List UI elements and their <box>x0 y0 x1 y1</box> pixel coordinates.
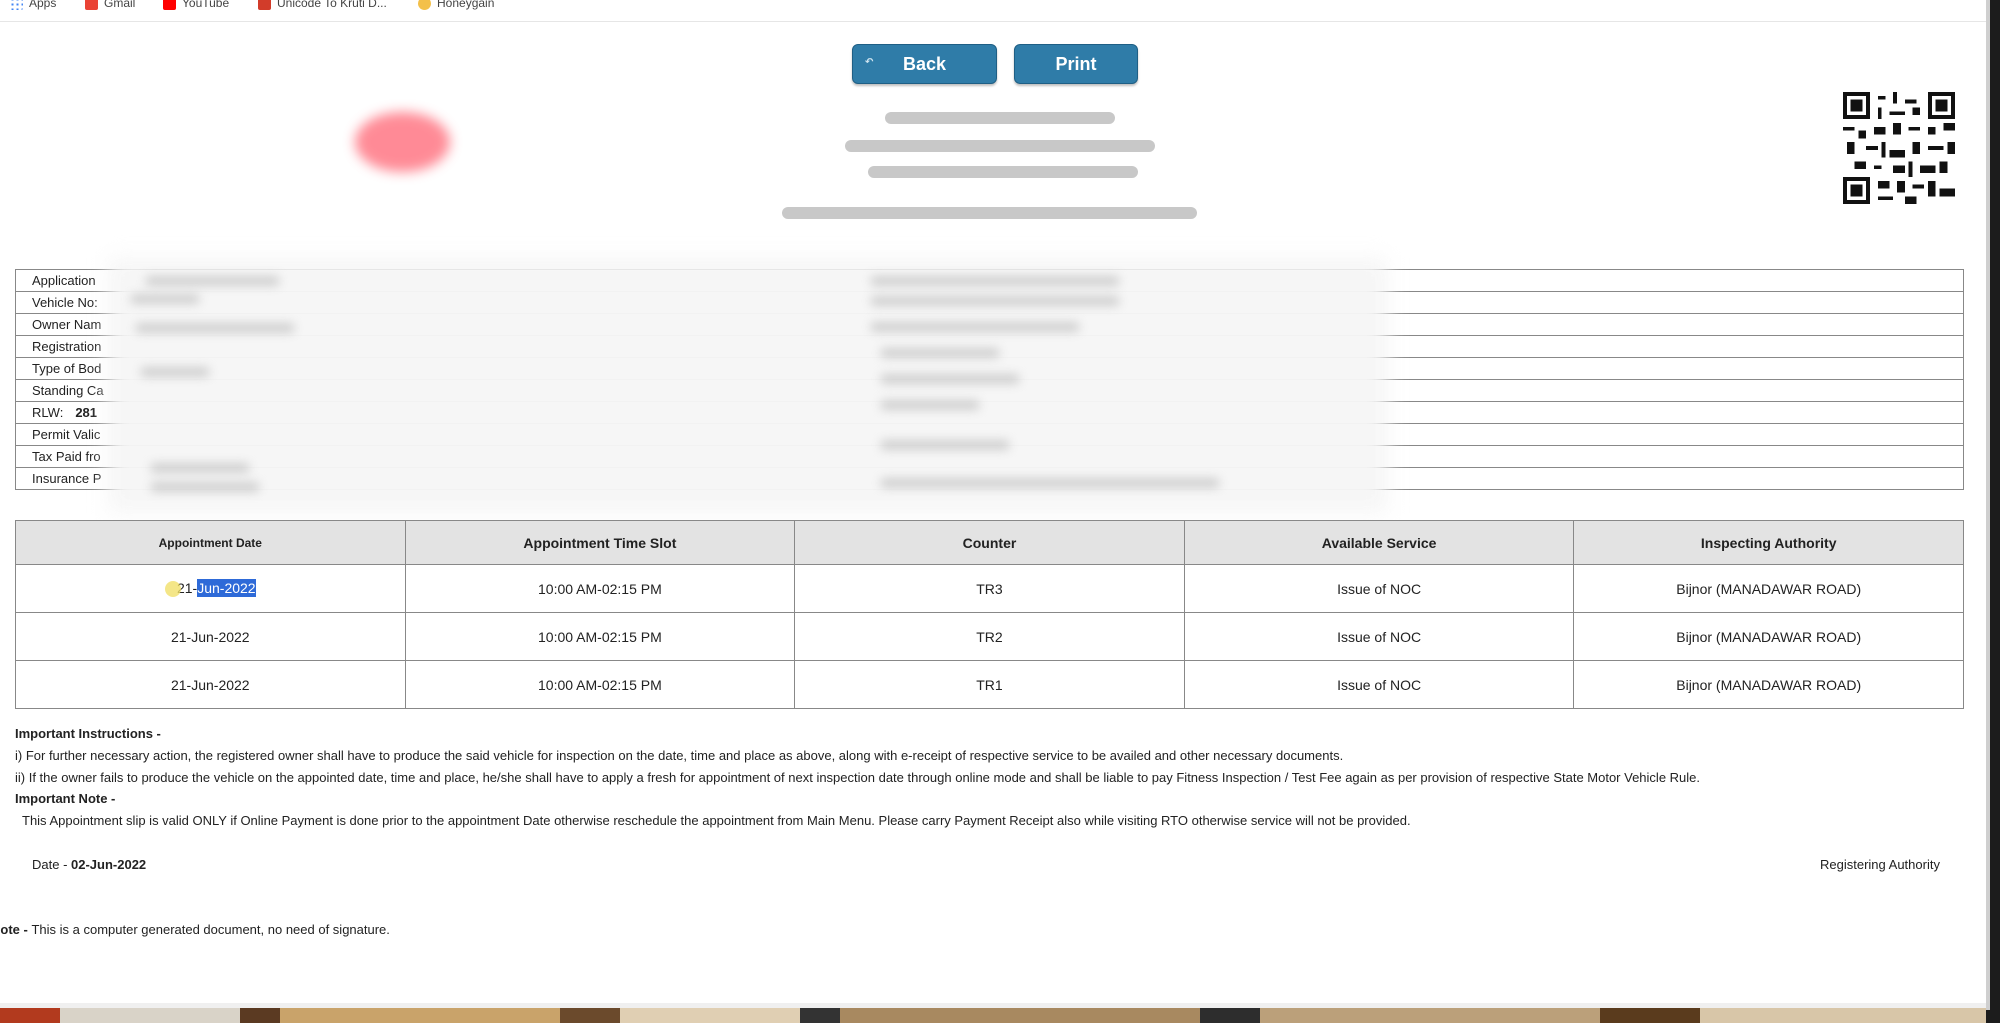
note-label: Note - <box>0 922 28 937</box>
authority-cell: Bijnor (MANADAWAR ROAD) <box>1573 660 1964 709</box>
redacted-text <box>130 294 200 304</box>
qr-code <box>1843 92 1955 204</box>
instructions-heading: Important Instructions - <box>15 726 161 741</box>
service-cell: Issue of NOC <box>1183 564 1575 613</box>
youtube-icon <box>163 0 176 10</box>
redacted-region <box>108 258 1388 513</box>
appointment-date-cell: 21-Jun-2022 <box>15 660 406 709</box>
appointment-date-cell: 21-Jun-2022 <box>15 612 406 661</box>
back-button[interactable]: ↶ Back <box>852 44 997 84</box>
redacted-text <box>135 323 295 333</box>
time-slot-cell: 10:00 AM-02:15 PM <box>404 564 796 613</box>
bookmark-honeygain[interactable]: Honeygain <box>418 0 494 10</box>
appointment-table: Appointment Date Appointment Time Slot C… <box>15 520 1964 709</box>
service-cell: Issue of NOC <box>1183 660 1575 709</box>
back-button-label: Back <box>902 53 947 74</box>
table-row: 21-Jun-2022 10:00 AM-02:15 PM TR1 Issue … <box>15 660 1964 709</box>
header-line <box>868 166 1138 178</box>
header-line <box>845 140 1155 152</box>
col-time-slot: Appointment Time Slot <box>404 520 796 565</box>
bookmark-label: Unicode To Kruti D... <box>277 0 387 10</box>
divider <box>0 21 1986 22</box>
department-logo <box>355 112 450 172</box>
bookmarks-bar: Apps Gmail YouTube Unicode To Kruti D...… <box>0 0 2000 14</box>
table-header-row: Appointment Date Appointment Time Slot C… <box>15 520 1964 565</box>
redacted-text <box>870 296 1120 306</box>
authority-cell: Bijnor (MANADAWAR ROAD) <box>1573 612 1964 661</box>
redacted-text <box>150 482 260 492</box>
counter-cell: TR3 <box>794 564 1185 613</box>
col-counter: Counter <box>794 520 1185 565</box>
bookmark-label: Honeygain <box>437 0 495 10</box>
bookmark-apps[interactable]: Apps <box>10 0 56 10</box>
date-label: Date - <box>32 857 72 872</box>
col-inspecting-authority: Inspecting Authority <box>1573 520 1964 565</box>
print-button-label: Print <box>1055 53 1097 74</box>
redacted-text <box>880 400 980 410</box>
date-value: 02-Jun-2022 <box>71 857 147 872</box>
apps-grid-icon <box>10 0 23 10</box>
registering-authority: Registering Authority <box>1820 857 1940 872</box>
table-row: 21-Jun-2022 10:00 AM-02:15 PM TR3 Issue … <box>15 564 1964 613</box>
issue-date: Date - 02-Jun-2022 <box>32 857 146 872</box>
info-label: RLW: <box>32 405 64 420</box>
gmail-icon <box>85 0 98 10</box>
selected-text: Jun-2022 <box>197 578 256 597</box>
header-line <box>885 112 1115 124</box>
time-slot-cell: 10:00 AM-02:15 PM <box>404 660 796 709</box>
bookmark-label: Gmail <box>104 0 136 10</box>
back-arrow-icon: ↶ <box>865 57 874 68</box>
service-cell: Issue of NOC <box>1183 612 1575 661</box>
print-button[interactable]: Print <box>1014 44 1138 84</box>
unicode-icon <box>258 0 271 10</box>
bookmark-gmail[interactable]: Gmail <box>85 0 135 10</box>
footer-note: Note - This is a computer generated docu… <box>0 922 390 937</box>
time-slot-cell: 10:00 AM-02:15 PM <box>404 612 796 661</box>
redacted-text <box>870 322 1080 332</box>
instruction-line-2: ii) If the owner fails to produce the ve… <box>15 770 1701 785</box>
window-edge <box>1986 0 2000 1023</box>
desktop-background-strip <box>0 1008 2000 1023</box>
bookmark-label: Apps <box>29 0 57 10</box>
redacted-text <box>880 374 1020 384</box>
col-appointment-date: Appointment Date <box>15 520 406 565</box>
instruction-line-1: i) For further necessary action, the reg… <box>15 748 1344 763</box>
note-text: This is a computer generated document, n… <box>31 922 390 937</box>
redacted-text <box>880 348 1000 358</box>
redacted-text <box>870 276 1120 286</box>
authority-cell: Bijnor (MANADAWAR ROAD) <box>1573 564 1964 613</box>
redacted-text <box>150 463 250 473</box>
redacted-text <box>880 478 1220 488</box>
redacted-text <box>880 440 1010 450</box>
bookmark-label: YouTube <box>182 0 230 10</box>
appointment-date-cell: 21-Jun-2022 <box>15 564 406 613</box>
counter-cell: TR1 <box>794 660 1185 709</box>
rlw-value: 281 <box>75 405 98 420</box>
important-note-heading: Important Note - <box>15 791 116 806</box>
table-row: 21-Jun-2022 10:00 AM-02:15 PM TR2 Issue … <box>15 612 1964 661</box>
redacted-text <box>140 367 210 377</box>
col-available-service: Available Service <box>1183 520 1575 565</box>
bookmark-youtube[interactable]: YouTube <box>163 0 229 10</box>
important-note-text: This Appointment slip is valid ONLY if O… <box>22 813 1411 828</box>
counter-cell: TR2 <box>794 612 1185 661</box>
bookmark-unicode[interactable]: Unicode To Kruti D... <box>258 0 387 10</box>
header-line <box>782 207 1197 219</box>
text-cursor-icon <box>164 581 181 598</box>
redacted-text <box>145 276 280 286</box>
honeygain-icon <box>418 0 431 10</box>
